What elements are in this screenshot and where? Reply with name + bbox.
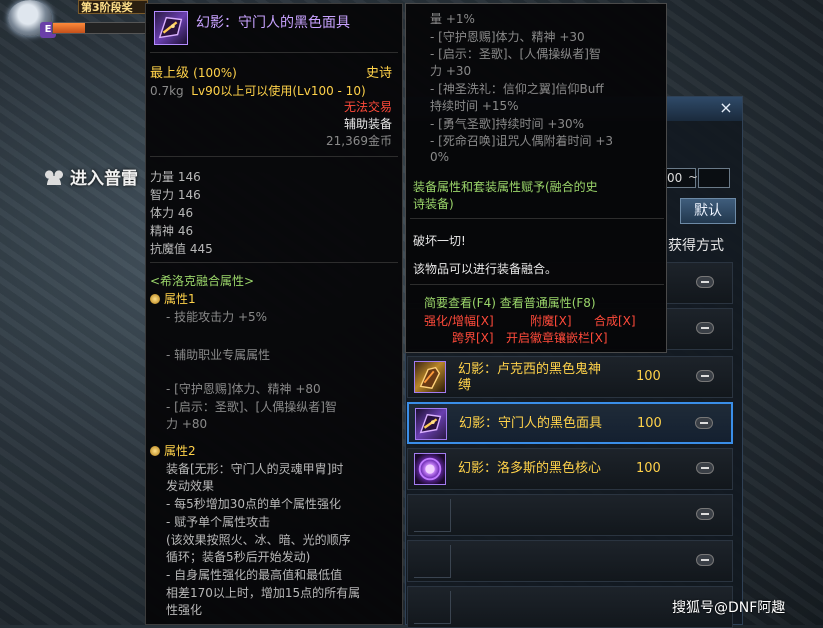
hp-bar [52, 22, 150, 34]
weight-level-line: 0.7kg Lv90以上可以使用(Lv100 - 10) [150, 84, 366, 98]
attribute-2-title: 属性2 [150, 442, 196, 459]
attr1-line: - [启示：圣歌]、[人偶操纵者]智 [166, 400, 337, 414]
rarity-label: 史诗 [365, 66, 392, 81]
empty-slot [414, 499, 451, 532]
attr2-line: 发动效果 [166, 479, 215, 493]
attr2-line: - 赋予单个属性攻击 [166, 515, 271, 529]
attr2-line: (该效果按照火、冰、暗、光的顺序 [166, 533, 351, 547]
item-quantity: 100 [636, 369, 661, 384]
source-column-header: 获得方式 [668, 238, 724, 254]
item-tooltip: 幻影：守门人的黑色面具 最上级 (100%) 史诗 0.7kg Lv90以上可以… [145, 3, 403, 625]
core-icon [414, 453, 446, 485]
detail-line: 量 +1% [430, 12, 475, 26]
attr1-line: - 技能攻击力 +5% [166, 310, 268, 324]
detail-line: - [死命召唤]诅咒人偶附着时间 +3 [430, 134, 614, 148]
item-name: 幻影：洛多斯的黑色核心 [458, 461, 602, 476]
detail-line: 0% [430, 150, 450, 164]
action-enhance: 强化/增幅[X] [424, 314, 494, 328]
item-header: 幻影：守门人的黑色面具 [150, 9, 400, 49]
stage-label: 第3阶段奖 [78, 0, 148, 14]
default-button[interactable]: 默认 [680, 198, 736, 224]
minus-icon[interactable] [696, 276, 714, 288]
enter-dungeon-text: 进入普雷 [70, 169, 138, 189]
minus-icon[interactable] [696, 554, 714, 566]
medal-icon [150, 446, 160, 456]
stat-line: 精神 46 [150, 224, 194, 238]
stat-line: 力量 146 [150, 170, 201, 184]
item-quantity: 100 [636, 461, 661, 476]
list-item-luxi-gauntlet[interactable]: 幻影：卢克西的黑色鬼神缚 100 [407, 356, 733, 398]
attribute-1-title: 属性1 [150, 290, 196, 307]
detail-line: 力 +30 [430, 64, 472, 78]
hp-bar-fill [53, 23, 85, 33]
mask-icon [154, 11, 188, 45]
item-name: 幻影：卢克西的黑色鬼神缚 [458, 362, 602, 393]
attr2-line: - 每5秒增加30点的单个属性强化 [166, 497, 342, 511]
empty-slot [414, 591, 451, 624]
list-item-rodos-core[interactable]: 幻影：洛多斯的黑色核心 100 [407, 448, 733, 490]
minus-icon[interactable] [696, 322, 714, 334]
range-max-input[interactable] [698, 168, 730, 188]
divider [150, 262, 398, 263]
attr2-line: - 自身属性强化的最高值和最低值 [166, 568, 343, 582]
list-item-gatekeeper-mask[interactable]: 幻影：守门人的黑色面具 100 [407, 402, 733, 444]
gauntlet-icon [414, 361, 446, 393]
divider [410, 284, 664, 285]
detail-line: 持续时间 +15% [430, 99, 519, 113]
attr2-line: 循环；装备5秒后开始发动) [166, 550, 311, 564]
attr1-line: - 辅助职业专属属性 [166, 348, 271, 362]
detail-line: - [守护恩赐]体力、精神 +30 [430, 30, 585, 44]
fusion-header: <希洛克融合属性> [150, 274, 255, 288]
enter-dungeon-label[interactable]: 进入普雷 [42, 164, 138, 189]
detail-line: - [勇气圣歌]持续时间 +30% [430, 117, 585, 131]
attr2-line: 性强化 [166, 603, 203, 617]
attr1-line: 力 +80 [166, 417, 208, 431]
divider [150, 52, 398, 53]
detail-line: - [神圣洗礼：信仰之翼]信仰Buff [430, 82, 604, 96]
minus-icon[interactable] [696, 370, 714, 382]
flavor-text: 破坏一切! [413, 234, 466, 248]
attr2-line: 相差170以上时，增加15点的所有属 [166, 586, 361, 600]
item-quantity: 100 [637, 416, 662, 431]
action-crossover: 跨界[X] [452, 331, 494, 345]
item-tooltip-continued: 量 +1% - [守护恩赐]体力、精神 +30 - [启示：圣歌]、[人偶操纵者… [405, 3, 667, 353]
fusion-note: 诗装备) [413, 197, 454, 211]
stat-line: 智力 146 [150, 188, 201, 202]
minus-icon[interactable] [695, 417, 713, 429]
empty-slot [414, 545, 451, 578]
medal-icon [150, 294, 160, 304]
mask-icon [415, 408, 447, 440]
action-enchant: 附魔[X] [530, 314, 572, 328]
stat-line: 体力 46 [150, 206, 194, 220]
minus-icon[interactable] [696, 508, 714, 520]
slot-type: 辅助装备 [343, 117, 392, 131]
hotkey-hint: 简要查看(F4) 查看普通属性(F8) [424, 296, 596, 310]
character-portrait-icon[interactable]: E [8, 0, 56, 38]
sell-price: 21,369金币 [326, 134, 392, 148]
fusion-note: 装备属性和套装属性赋予(融合的史 [413, 180, 598, 194]
action-emblem-slot: 开启徽章镶嵌栏[X] [506, 331, 608, 345]
minus-icon[interactable] [696, 462, 714, 474]
watermark: 搜狐号@DNF阿趣 [672, 600, 786, 616]
range-separator: ~ [688, 170, 699, 184]
divider [410, 218, 664, 219]
list-item-empty[interactable] [407, 494, 733, 536]
attr1-line: - [守护恩赐]体力、精神 +80 [166, 382, 321, 396]
item-name: 幻影：守门人的黑色面具 [459, 416, 603, 431]
detail-line: - [启示：圣歌]、[人偶操纵者]智 [430, 47, 601, 61]
fusion-hint: 该物品可以进行装备融合。 [413, 262, 558, 276]
list-item-empty[interactable] [407, 540, 733, 582]
grade-label: 最上级 (100%) [150, 66, 237, 81]
close-icon[interactable]: × [716, 98, 736, 118]
divider [150, 156, 398, 157]
item-title: 幻影：守门人的黑色面具 [196, 15, 350, 31]
action-compose: 合成[X] [594, 314, 636, 328]
party-icon [42, 169, 66, 185]
attr2-line: 装备[无形：守门人的灵魂甲胄]时 [166, 462, 344, 476]
stat-line: 抗魔值 445 [150, 242, 213, 256]
trade-restriction: 无法交易 [343, 100, 392, 114]
